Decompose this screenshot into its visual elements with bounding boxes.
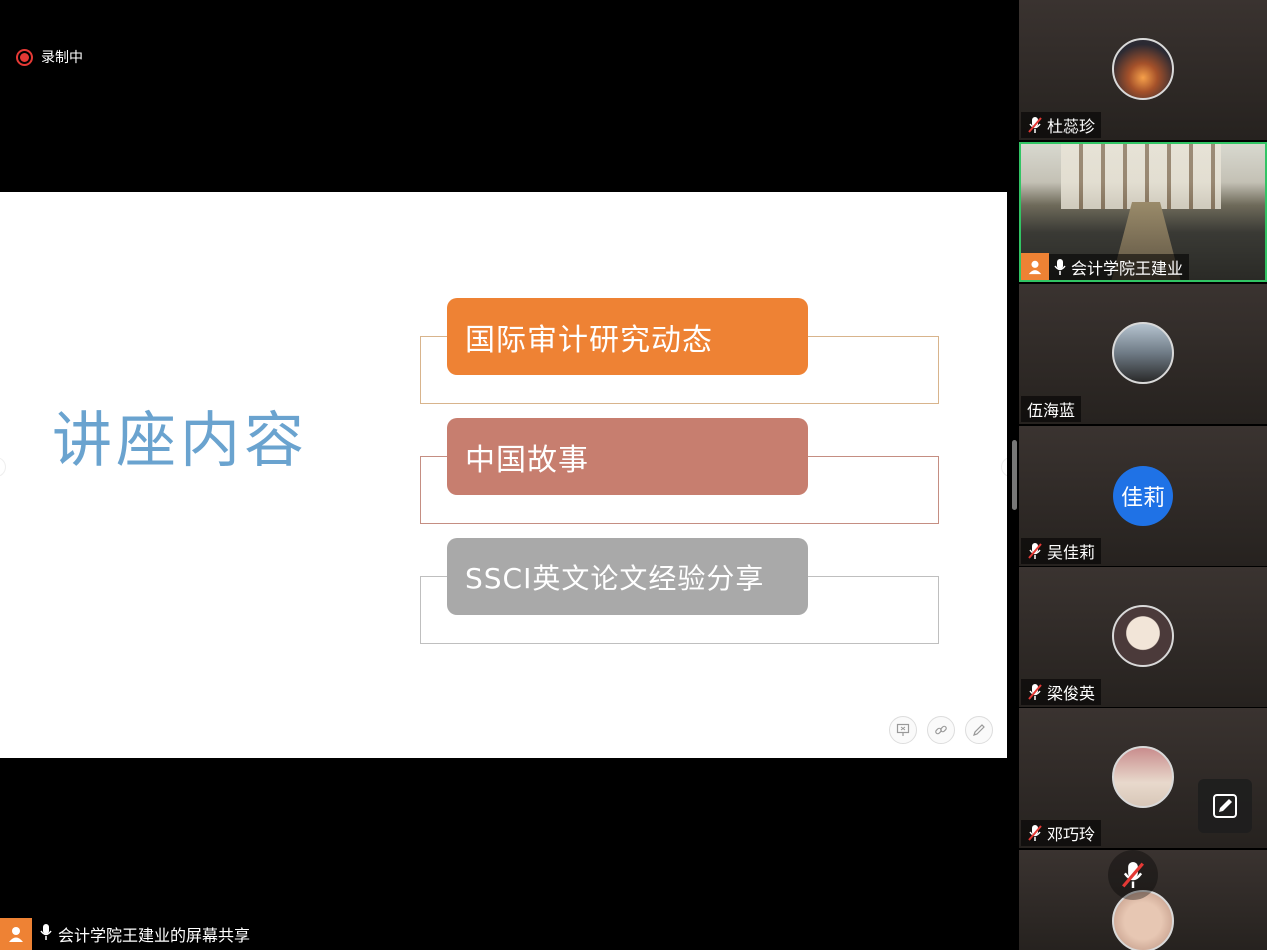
participant-name: 吴佳莉: [1047, 543, 1096, 562]
recording-label: 录制中: [41, 50, 83, 66]
participant-text-avatar: 佳莉: [1113, 466, 1173, 526]
participant-tile-active[interactable]: 会计学院王建业: [1019, 142, 1267, 282]
participant-name-tag: 邓巧玲: [1021, 820, 1102, 846]
participant-avatar: [1112, 746, 1174, 808]
host-avatar-icon: [1021, 253, 1049, 280]
presentation-icon: [896, 723, 910, 736]
edit-icon: [1213, 794, 1237, 818]
participant-avatar: [1112, 322, 1174, 384]
prev-page-handle[interactable]: [0, 457, 6, 477]
panel-scroll-handle[interactable]: [1012, 440, 1017, 510]
participant-avatar: [1112, 890, 1174, 950]
mic-muted-icon: [1028, 825, 1042, 841]
slide-item-1: 国际审计研究动态: [447, 298, 808, 375]
annotation-pen-button[interactable]: [1198, 779, 1252, 833]
participant-name: 邓巧玲: [1047, 825, 1096, 844]
link-button[interactable]: [927, 716, 955, 744]
pen-icon: [973, 724, 985, 736]
participant-name-tag: 会计学院王建业: [1021, 253, 1190, 280]
slide-item-3: SSCI英文论文经验分享: [447, 538, 808, 615]
participant-name: 梁俊英: [1047, 684, 1096, 703]
participant-name: 会计学院王建业: [1071, 259, 1184, 278]
annotate-button[interactable]: [965, 716, 993, 744]
microphone-icon: [40, 923, 52, 945]
participant-name-tag: 杜蕊珍: [1021, 112, 1102, 138]
participant-name-tag: 梁俊英: [1021, 679, 1102, 705]
mic-muted-icon: [1028, 543, 1042, 559]
slide-title: 讲座内容: [52, 406, 308, 476]
participant-name-tag: 吴佳莉: [1021, 538, 1102, 564]
screen-share-label: 会计学院王建业的屏幕共享: [0, 918, 250, 950]
participant-tile[interactable]: 佳莉 吴佳莉: [1019, 426, 1267, 566]
participant-name: 伍海蓝: [1027, 401, 1076, 420]
slide-toolbar: [889, 716, 993, 744]
participant-name: 杜蕊珍: [1047, 117, 1096, 136]
recording-indicator: 录制中: [16, 47, 83, 67]
microphone-icon: [1054, 259, 1066, 275]
recording-dot-icon: [16, 48, 33, 66]
participant-avatar: [1112, 38, 1174, 100]
large-mic-muted-icon: [1108, 850, 1158, 900]
participant-tile[interactable]: 梁俊英: [1019, 567, 1267, 707]
next-page-handle[interactable]: [1001, 457, 1007, 477]
participant-tile[interactable]: 杜蕊珍: [1019, 0, 1267, 140]
shared-screen-slide: 讲座内容 国际审计研究动态 中国故事 SSCI英文论文经验分享: [0, 192, 1007, 758]
mic-muted-icon: [1028, 684, 1042, 700]
presentation-button[interactable]: [889, 716, 917, 744]
slide-item-2: 中国故事: [447, 418, 808, 495]
screen-share-text: 会计学院王建业的屏幕共享: [58, 926, 251, 945]
participant-name-tag: 伍海蓝: [1021, 396, 1082, 422]
participant-avatar: [1112, 605, 1174, 667]
participant-tile[interactable]: 伍海蓝: [1019, 284, 1267, 424]
link-icon: [935, 725, 947, 735]
user-avatar-icon: [0, 918, 32, 950]
mic-muted-icon: [1028, 117, 1042, 133]
